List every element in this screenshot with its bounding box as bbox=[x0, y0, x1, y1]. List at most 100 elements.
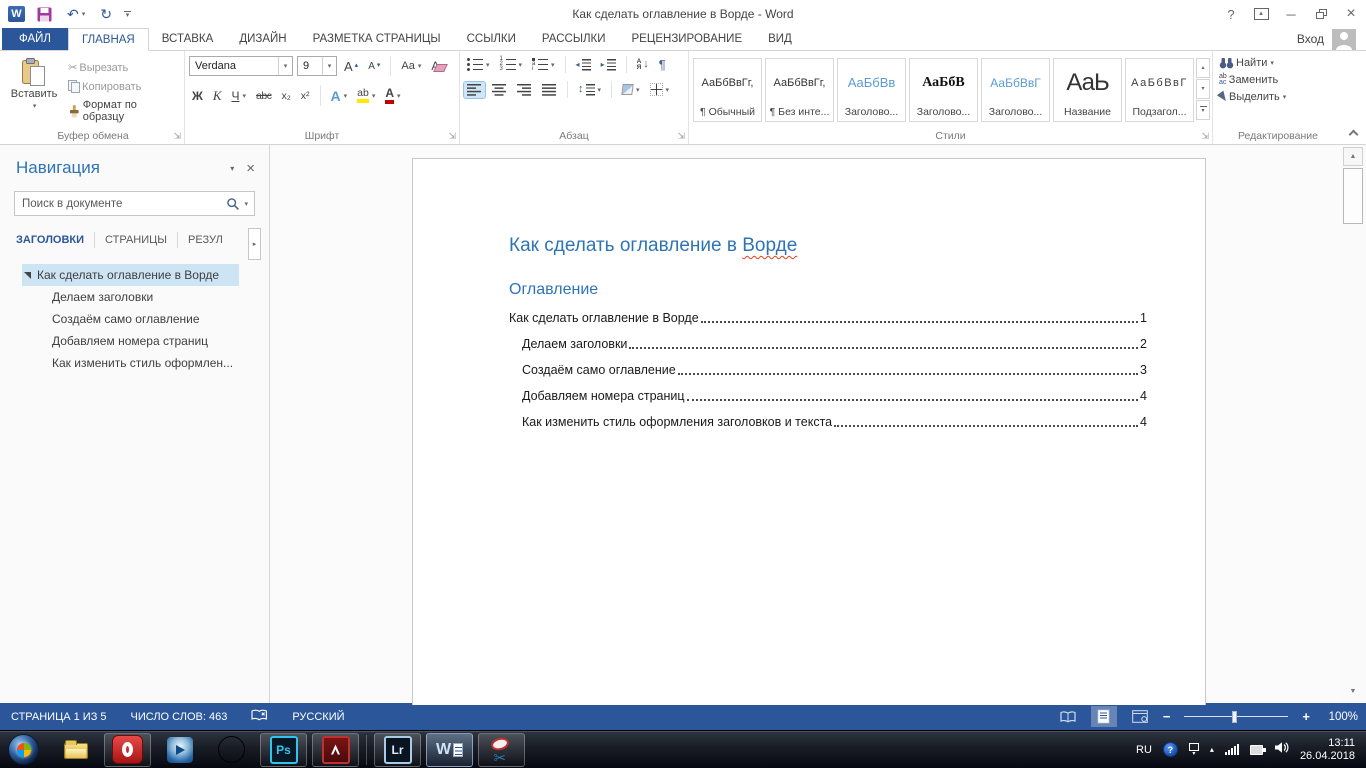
search-dropdown-icon[interactable]: ▾ bbox=[240, 200, 254, 208]
nav-tab-pages[interactable]: СТРАНИЦЫ bbox=[94, 232, 177, 248]
find-button[interactable]: Найти▾ bbox=[1217, 56, 1339, 70]
grow-font-button[interactable]: А▴ bbox=[341, 57, 361, 76]
clear-formatting-button[interactable]: А bbox=[428, 57, 442, 75]
navigation-options-button[interactable]: ▾ bbox=[230, 164, 234, 173]
taskbar-photoshop-button[interactable]: Ps bbox=[260, 733, 307, 767]
document-search-box[interactable]: ▾ bbox=[14, 191, 255, 216]
style-normal[interactable]: АаБбВвГг,¶ Обычный bbox=[693, 58, 762, 122]
tab-design[interactable]: ДИЗАЙН bbox=[226, 28, 299, 50]
tab-references[interactable]: ССЫЛКИ bbox=[454, 28, 529, 50]
toc-entry[interactable]: Как изменить стиль оформления заголовков… bbox=[509, 409, 1147, 435]
taskbar-opera-button[interactable] bbox=[104, 733, 151, 767]
tab-insert[interactable]: ВСТАВКА bbox=[149, 28, 227, 50]
strikethrough-button[interactable]: abc bbox=[253, 88, 274, 104]
word-count[interactable]: ЧИСЛО СЛОВ: 463 bbox=[131, 711, 228, 723]
scroll-up-button[interactable]: ▲ bbox=[1343, 147, 1363, 166]
font-size-combo[interactable]: 9▾ bbox=[297, 56, 337, 76]
tree-item-heading2[interactable]: Как изменить стиль оформлен... bbox=[0, 352, 269, 374]
scroll-down-button[interactable]: ▼ bbox=[1343, 683, 1363, 699]
subscript-button[interactable]: x₂ bbox=[278, 88, 293, 104]
style-heading2[interactable]: АаБбВЗаголово... bbox=[909, 58, 978, 122]
zoom-slider-thumb[interactable] bbox=[1232, 711, 1237, 723]
zoom-slider[interactable] bbox=[1184, 716, 1288, 717]
italic-button[interactable]: К bbox=[210, 86, 225, 106]
text-highlight-button[interactable]: ab▾ bbox=[354, 86, 378, 106]
tray-window-icon[interactable]: ▾ bbox=[1189, 743, 1199, 757]
power-icon[interactable] bbox=[1250, 745, 1263, 755]
borders-button[interactable]: ▾ bbox=[647, 81, 673, 98]
style-heading1[interactable]: АаБбВвЗаголово... bbox=[837, 58, 906, 122]
tab-view[interactable]: ВИД bbox=[755, 28, 805, 50]
zoom-out-button[interactable]: − bbox=[1163, 709, 1171, 724]
page-indicator[interactable]: СТРАНИЦА 1 ИЗ 5 bbox=[11, 711, 107, 723]
shrink-font-button[interactable]: А▾ bbox=[365, 59, 383, 74]
styles-scroll-down-button[interactable]: ▾ bbox=[1196, 79, 1210, 99]
tab-home[interactable]: ГЛАВНАЯ bbox=[68, 28, 149, 51]
numbering-button[interactable]: 123▾ bbox=[497, 56, 526, 73]
toc-entry[interactable]: Как сделать оглавление в Ворде1 bbox=[509, 305, 1147, 331]
toc-entry[interactable]: Добавляем номера страниц4 bbox=[509, 383, 1147, 409]
underline-button[interactable]: Ч▾ bbox=[229, 87, 250, 105]
undo-button[interactable]: ↶▾ bbox=[64, 5, 88, 23]
navigation-close-button[interactable]: × bbox=[246, 160, 255, 177]
styles-dialog-launcher[interactable]: ⇲ bbox=[1201, 132, 1209, 141]
proofing-status-button[interactable] bbox=[251, 709, 268, 725]
toc-entry[interactable]: Создаём само оглавление3 bbox=[509, 357, 1147, 383]
language-switcher[interactable]: RU bbox=[1136, 744, 1152, 756]
superscript-button[interactable]: x² bbox=[298, 88, 313, 104]
increase-indent-button[interactable]: ▸ bbox=[598, 57, 619, 73]
justify-button[interactable] bbox=[539, 82, 560, 98]
text-effects-button[interactable]: А▾ bbox=[328, 86, 351, 106]
sign-in[interactable]: Вход bbox=[1297, 28, 1366, 50]
document-page[interactable]: Как сделать оглавление в Ворде Оглавлени… bbox=[412, 158, 1206, 705]
web-layout-button[interactable] bbox=[1127, 706, 1153, 727]
nav-tab-results[interactable]: РЕЗУЛ bbox=[177, 232, 233, 248]
style-no-spacing[interactable]: АаБбВвГг,¶ Без инте... bbox=[765, 58, 834, 122]
taskbar-media-player-button[interactable] bbox=[156, 733, 203, 767]
print-layout-button[interactable] bbox=[1091, 706, 1117, 727]
tab-review[interactable]: РЕЦЕНЗИРОВАНИЕ bbox=[619, 28, 756, 50]
show-hidden-icons-button[interactable]: ▴ bbox=[1210, 745, 1214, 754]
vertical-scrollbar[interactable]: ▲ ▼ bbox=[1341, 145, 1366, 703]
multilevel-list-button[interactable]: ai▾ bbox=[529, 56, 558, 73]
font-name-combo[interactable]: Verdana▾ bbox=[189, 56, 293, 76]
bullets-button[interactable]: ▾ bbox=[464, 56, 493, 73]
style-subtitle[interactable]: АаБбВвГПодзагол... bbox=[1125, 58, 1194, 122]
tab-file[interactable]: ФАЙЛ bbox=[2, 28, 68, 50]
show-marks-button[interactable]: ¶ bbox=[656, 56, 669, 73]
taskbar-app-button[interactable] bbox=[208, 733, 255, 767]
styles-more-button[interactable]: ▾ bbox=[1196, 100, 1210, 120]
language-indicator[interactable]: РУССКИЙ bbox=[292, 711, 344, 723]
tree-item-heading2[interactable]: Создаём само оглавление bbox=[0, 308, 269, 330]
styles-scroll-up-button[interactable]: ▴ bbox=[1196, 58, 1210, 78]
tray-help-icon[interactable]: ? bbox=[1163, 742, 1178, 757]
search-icon[interactable] bbox=[226, 197, 240, 211]
search-input[interactable] bbox=[15, 198, 226, 210]
paste-button[interactable]: Вставить ▾ bbox=[6, 56, 62, 128]
align-center-button[interactable] bbox=[489, 82, 510, 98]
scrollbar-thumb[interactable] bbox=[1343, 168, 1363, 224]
change-case-button[interactable]: Aa▾ bbox=[398, 58, 424, 74]
nav-tab-headings[interactable]: ЗАГОЛОВКИ bbox=[16, 232, 94, 248]
font-dialog-launcher[interactable]: ⇲ bbox=[448, 132, 456, 141]
toc-entry[interactable]: Делаем заголовки2 bbox=[509, 331, 1147, 357]
start-button[interactable] bbox=[8, 734, 39, 765]
zoom-in-button[interactable]: + bbox=[1302, 709, 1310, 724]
align-left-button[interactable] bbox=[464, 82, 485, 98]
collapse-triangle-icon[interactable] bbox=[24, 272, 31, 279]
tree-item-heading1[interactable]: Как сделать оглавление в Ворде bbox=[22, 264, 239, 286]
font-color-button[interactable]: А▾ bbox=[382, 85, 403, 106]
cut-button[interactable]: ✂Вырезать bbox=[66, 60, 180, 75]
copy-button[interactable]: Копировать bbox=[66, 79, 180, 94]
close-button[interactable]: × bbox=[1336, 0, 1366, 28]
taskbar-snipping-tool-button[interactable]: ✂ bbox=[478, 733, 525, 767]
zoom-level[interactable]: 100% bbox=[1320, 711, 1358, 723]
help-button[interactable]: ? bbox=[1216, 0, 1246, 28]
clock[interactable]: 13:1126.04.2018 bbox=[1300, 737, 1355, 763]
bold-button[interactable]: Ж bbox=[189, 87, 206, 105]
taskbar-acrobat-button[interactable] bbox=[312, 733, 359, 767]
paragraph-dialog-launcher[interactable]: ⇲ bbox=[677, 132, 685, 141]
format-painter-button[interactable]: Формат по образцу bbox=[66, 98, 180, 124]
line-spacing-button[interactable]: ↕▾ bbox=[575, 82, 604, 98]
volume-icon[interactable] bbox=[1274, 741, 1289, 759]
